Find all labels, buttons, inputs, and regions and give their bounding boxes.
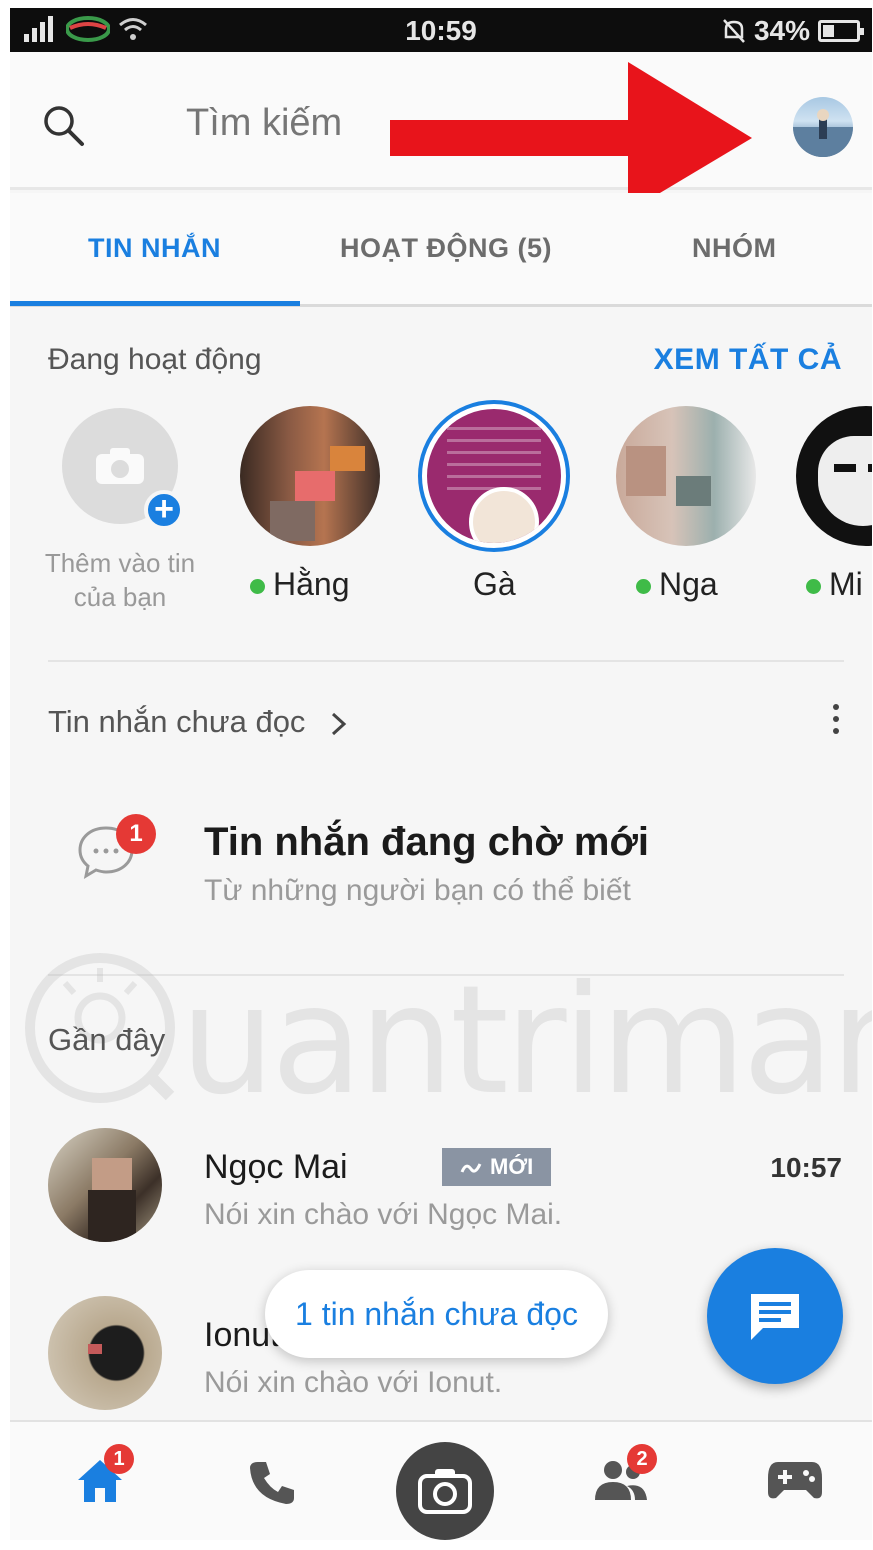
bottom-navigation: 1 2 — [10, 1420, 872, 1540]
unread-section-title[interactable]: Tin nhắn chưa đọc — [48, 704, 350, 740]
active-tab-indicator — [10, 301, 300, 306]
battery-level — [823, 25, 834, 37]
online-indicator — [806, 579, 821, 595]
contact-avatar — [240, 406, 380, 546]
story-contact[interactable]: Hằng — [240, 406, 390, 602]
add-story-circle: + — [62, 408, 184, 530]
contact-name: Hằng — [250, 566, 410, 603]
contact-name-text: Gà — [473, 566, 516, 602]
search-input[interactable]: Tìm kiếm — [186, 102, 342, 145]
contact-avatar — [796, 406, 872, 546]
status-right: 34% — [722, 15, 864, 47]
profile-avatar[interactable] — [793, 97, 853, 157]
contact-name: Nga — [636, 566, 796, 603]
camera-icon — [418, 1469, 472, 1514]
nav-games[interactable] — [766, 1458, 824, 1507]
contact-name-text: Hằng — [273, 566, 350, 602]
new-badge-label: MỚI — [490, 1154, 534, 1179]
add-story-label: Thêm vào tin của bạn — [44, 548, 196, 612]
red-arrow-annotation — [390, 62, 752, 212]
active-now-title: Đang hoạt động — [48, 343, 262, 376]
see-all-link[interactable]: XEM TẤT CẢ — [654, 343, 842, 377]
search-header: Tìm kiếm — [10, 52, 872, 212]
story-contact[interactable]: Mi — [796, 406, 872, 602]
conversation-name: Ngọc Mai — [204, 1148, 348, 1186]
phone-icon — [250, 1462, 294, 1504]
battery-icon — [818, 20, 864, 42]
online-indicator — [636, 579, 651, 595]
conversation-avatar — [48, 1128, 162, 1242]
nav-home[interactable]: 1 — [76, 1444, 134, 1509]
nav-calls[interactable] — [248, 1458, 296, 1511]
contact-avatar — [418, 400, 570, 552]
watermark-text: uantrimang — [180, 954, 872, 1128]
tab-messages[interactable]: TIN NHẮN — [88, 233, 221, 264]
tab-bar: TIN NHẮN HOẠT ĐỘNG (5) NHÓM — [10, 193, 872, 307]
divider — [48, 660, 844, 662]
people-badge: 2 — [627, 1444, 657, 1474]
compose-button[interactable] — [707, 1248, 843, 1384]
phone-screen: 10:59 34% Tìm kiếm TIN NHẮN HOẠT ĐỘNG (5… — [10, 8, 872, 1540]
conversation-avatar — [48, 1296, 162, 1410]
story-contact[interactable]: Nga — [616, 406, 766, 602]
camera-button[interactable] — [396, 1442, 494, 1540]
nav-people[interactable]: 2 — [593, 1444, 657, 1509]
unread-section-label: Tin nhắn chưa đọc — [48, 704, 306, 739]
unread-messages-pill[interactable]: 1 tin nhắn chưa đọc — [265, 1270, 608, 1358]
contact-name-text: Mi — [829, 566, 863, 602]
home-badge: 1 — [104, 1444, 134, 1474]
tab-groups[interactable]: NHÓM — [692, 233, 777, 264]
mute-bell-icon — [723, 19, 745, 43]
conversation-time: 10:57 — [770, 1152, 842, 1183]
tab-activity[interactable]: HOẠT ĐỘNG (5) — [340, 233, 552, 264]
game-controller-icon — [768, 1462, 822, 1499]
contact-name: Mi — [806, 566, 872, 603]
contact-avatar — [616, 406, 756, 546]
wave-icon — [460, 1163, 482, 1173]
more-options-icon[interactable] — [833, 704, 841, 740]
divider — [48, 974, 844, 976]
compose-message-icon — [751, 1294, 799, 1340]
conversation-preview: Nói xin chào với Ngọc Mai. — [204, 1198, 563, 1231]
recent-section-title: Gần đây — [48, 1022, 166, 1057]
search-icon[interactable] — [42, 104, 86, 148]
conversation-row[interactable]: Ngọc Mai MỚI 10:57 Nói xin chào với Ngọc… — [10, 1128, 872, 1258]
conversation-preview: Nói xin chào với Ionut. — [204, 1366, 503, 1399]
camera-icon — [96, 448, 144, 484]
pending-requests-subtitle: Từ những người bạn có thể biết — [204, 874, 631, 907]
add-story[interactable]: + Thêm vào tin của bạn — [45, 406, 200, 612]
new-badge: MỚI — [442, 1148, 552, 1186]
avatar-image — [793, 109, 853, 157]
status-bar: 10:59 34% — [10, 8, 872, 52]
plus-icon: + — [144, 490, 184, 530]
online-indicator — [250, 579, 265, 595]
battery-percent: 34% — [753, 15, 810, 46]
story-contact[interactable]: Gà — [418, 400, 570, 602]
contact-name-text: Nga — [659, 566, 718, 602]
chevron-right-icon — [332, 712, 347, 735]
pending-count-badge: 1 — [116, 814, 156, 854]
pending-requests-title[interactable]: Tin nhắn đang chờ mới — [204, 820, 649, 865]
